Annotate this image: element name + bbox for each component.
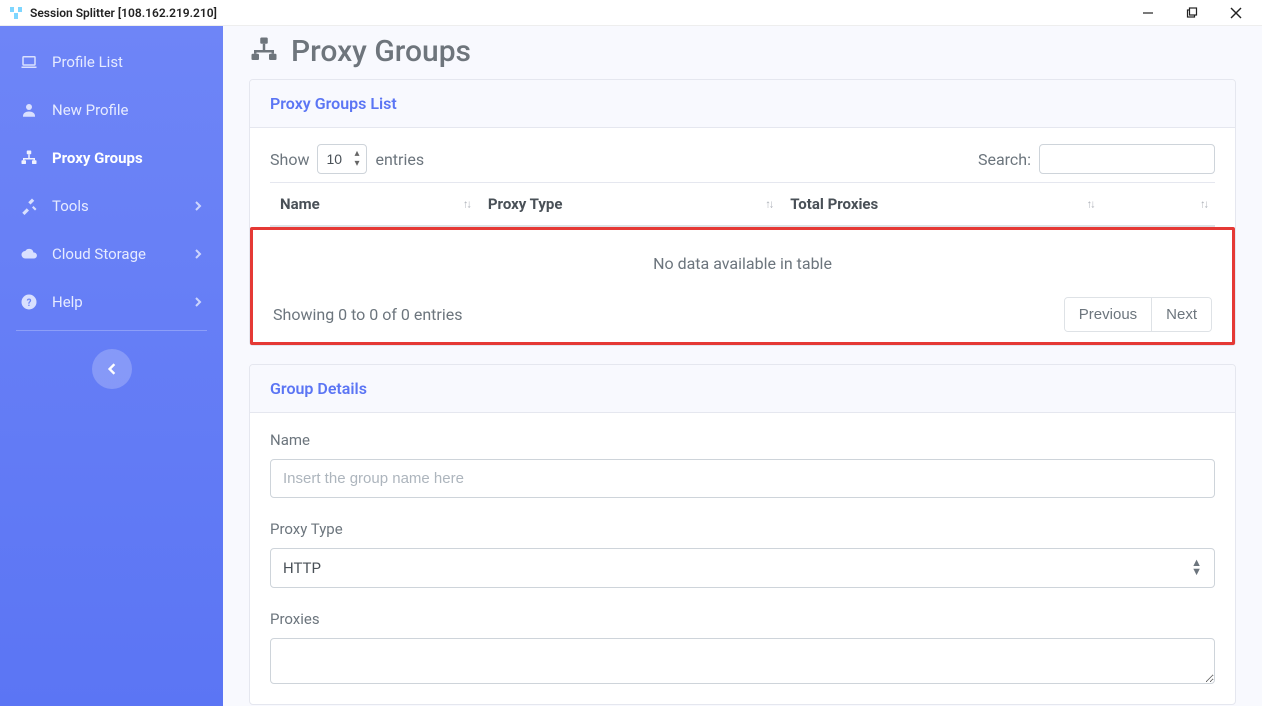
sort-icon: ↑↓ xyxy=(463,198,470,211)
sidebar-item-label: Proxy Groups xyxy=(52,149,143,167)
window-titlebar: Session Splitter [108.162.219.210] xyxy=(0,0,1262,26)
entries-select[interactable]: 10 xyxy=(317,144,367,174)
group-name-input[interactable] xyxy=(270,459,1215,498)
window-close-button[interactable] xyxy=(1214,0,1258,26)
name-label: Name xyxy=(270,431,1215,449)
proxy-type-select[interactable]: HTTP ▲▼ xyxy=(270,548,1215,588)
sidebar-item-label: New Profile xyxy=(52,101,129,119)
sidebar-item-cloud-storage[interactable]: Cloud Storage xyxy=(0,230,223,278)
card-title: Proxy Groups List xyxy=(250,80,1235,128)
column-proxy-type[interactable]: Proxy Type↑↓ xyxy=(478,183,780,227)
minimize-icon xyxy=(1142,7,1154,19)
search-input[interactable] xyxy=(1039,144,1215,174)
sort-icon: ↑↓ xyxy=(765,198,772,211)
proxy-groups-table: Name↑↓ Proxy Type↑↓ Total Proxies↑↓ ↑↓ xyxy=(270,182,1215,227)
sidebar-collapse-button[interactable] xyxy=(92,349,132,389)
sidebar-item-tools[interactable]: Tools xyxy=(0,182,223,230)
chevron-right-icon xyxy=(193,245,203,263)
page-header: Proxy Groups xyxy=(249,26,1236,79)
window-minimize-button[interactable] xyxy=(1126,0,1170,26)
window-maximize-button[interactable] xyxy=(1170,0,1214,26)
no-data-message: No data available in table xyxy=(253,230,1232,297)
column-total-proxies[interactable]: Total Proxies↑↓ xyxy=(780,183,1101,227)
maximize-icon xyxy=(1186,7,1198,19)
pagination: Previous Next xyxy=(1064,297,1212,332)
app-icon xyxy=(8,5,24,21)
help-icon: ? xyxy=(20,293,38,311)
highlighted-region: No data available in table Showing 0 to … xyxy=(250,227,1235,345)
window-title: Session Splitter [108.162.219.210] xyxy=(30,6,217,20)
proxy-type-label: Proxy Type xyxy=(270,520,1215,538)
proxies-label: Proxies xyxy=(270,610,1215,628)
sort-icon: ↑↓ xyxy=(1087,198,1094,211)
sidebar-item-label: Profile List xyxy=(52,53,123,71)
select-caret-icon: ▲▼ xyxy=(1191,559,1202,577)
sidebar-item-label: Help xyxy=(52,293,83,311)
sidebar-item-label: Tools xyxy=(52,197,89,215)
column-actions[interactable]: ↑↓ xyxy=(1102,183,1215,227)
page-title: Proxy Groups xyxy=(291,34,471,69)
table-info: Showing 0 to 0 of 0 entries xyxy=(273,305,462,324)
sidebar-item-profile-list[interactable]: Profile List xyxy=(0,38,223,86)
search-label: Search: xyxy=(978,150,1031,169)
sidebar-item-label: Cloud Storage xyxy=(52,245,146,263)
user-icon xyxy=(20,101,38,119)
chevron-left-icon xyxy=(106,363,118,375)
cloud-icon xyxy=(20,245,38,263)
tools-icon xyxy=(20,197,38,215)
sidebar-divider xyxy=(16,330,207,331)
column-name[interactable]: Name↑↓ xyxy=(270,183,478,227)
sidebar: Profile List New Profile Proxy Groups To… xyxy=(0,26,223,706)
sidebar-item-help[interactable]: ? Help xyxy=(0,278,223,326)
main-content: Proxy Groups Proxy Groups List Show 10 ▴… xyxy=(223,26,1262,706)
network-icon xyxy=(249,35,279,69)
network-icon xyxy=(20,149,38,167)
proxy-type-value: HTTP xyxy=(283,559,321,577)
entries-label: entries xyxy=(375,150,424,169)
card-title: Group Details xyxy=(250,365,1235,413)
svg-text:?: ? xyxy=(27,298,32,309)
sidebar-item-new-profile[interactable]: New Profile xyxy=(0,86,223,134)
previous-button[interactable]: Previous xyxy=(1065,298,1151,331)
proxies-textarea[interactable] xyxy=(270,638,1215,684)
chevron-right-icon xyxy=(193,293,203,311)
laptop-icon xyxy=(20,53,38,71)
sort-icon: ↑↓ xyxy=(1200,198,1207,211)
group-details-card: Group Details Name Proxy Type HTTP ▲▼ Pr… xyxy=(249,364,1236,705)
close-icon xyxy=(1230,7,1242,19)
proxy-groups-list-card: Proxy Groups List Show 10 ▴▾ entries xyxy=(249,79,1236,346)
next-button[interactable]: Next xyxy=(1151,298,1211,331)
show-label: Show xyxy=(270,150,309,169)
sidebar-item-proxy-groups[interactable]: Proxy Groups xyxy=(0,134,223,182)
chevron-right-icon xyxy=(193,197,203,215)
